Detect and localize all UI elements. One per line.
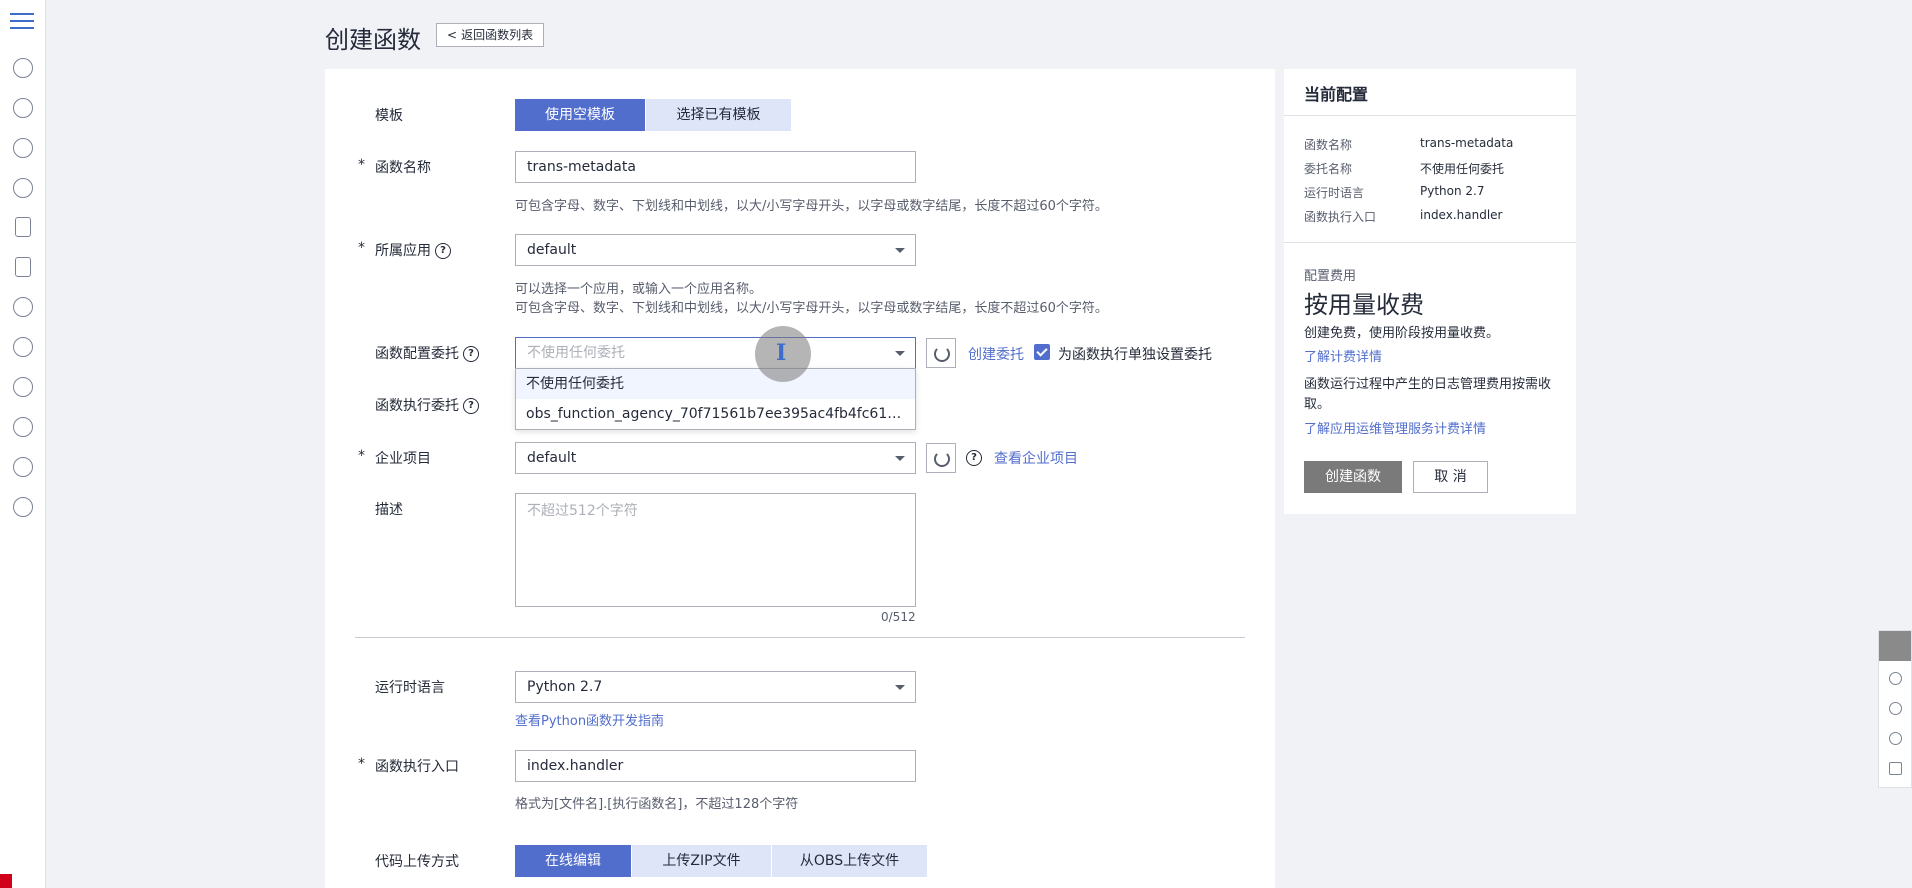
aom-fee-details-link[interactable]: 了解应用运维管理服务计费详情 [1304, 418, 1486, 437]
refresh-icon[interactable] [926, 338, 956, 368]
cloud-icon[interactable] [13, 98, 33, 118]
app-label: 所属应用? [375, 240, 451, 260]
current-config-panel: 当前配置 函数名称 trans-metadata 委托名称 不使用任何委托 运行… [1284, 69, 1576, 514]
existing-template-button[interactable]: 选择已有模板 [646, 99, 791, 131]
runtime-select[interactable]: Python 2.7 [515, 671, 916, 703]
log-fee-description: 函数运行过程中产生的日志管理费用按需收取。 [1304, 377, 1552, 412]
function-name-label: 函数名称 [375, 160, 431, 176]
summary-key: 委托名称 [1304, 162, 1353, 176]
cancel-button[interactable]: 取 消 [1413, 461, 1488, 493]
fee-description: 创建免费，使用阶段按用量收费。 [1304, 326, 1500, 341]
cloud-server-icon[interactable] [13, 58, 33, 78]
enterprise-project-select[interactable]: default [515, 442, 916, 474]
anchor-icon[interactable] [13, 377, 33, 397]
config-agency-label-text: 函数配置委托 [375, 346, 459, 362]
network-icon[interactable] [13, 178, 33, 198]
create-agency-link[interactable]: 创建委托 [968, 344, 1024, 364]
config-agency-select[interactable]: 不使用任何委托 [515, 337, 916, 369]
separate-exec-agency-label: 为函数执行单独设置委托 [1058, 347, 1212, 363]
agency-option[interactable]: obs_function_agency_70f71561b7ee395ac4fb… [516, 399, 915, 429]
app-hint-1: 可以选择一个应用，或输入一个应用名称。 [515, 282, 763, 297]
service-icon[interactable] [1889, 702, 1902, 715]
divider [1284, 115, 1576, 116]
globe-icon[interactable] [13, 497, 33, 517]
summary-value: Python 2.7 [1420, 184, 1485, 198]
fee-details-link[interactable]: 了解计费详情 [1304, 346, 1382, 365]
back-label: 返回函数列表 [461, 28, 534, 42]
help-icon[interactable] [1889, 732, 1902, 745]
help-icon[interactable]: ? [463, 398, 479, 414]
function-name-input[interactable]: trans-metadata [515, 151, 916, 183]
upload-zip-button[interactable]: 上传ZIP文件 [632, 845, 771, 877]
agency-dropdown: 不使用任何委托 obs_function_agency_70f71561b7ee… [515, 368, 916, 430]
divider [1284, 242, 1576, 243]
page-title: 创建函数 [325, 26, 421, 54]
chevron-left-icon: < [447, 28, 458, 42]
app-label-text: 所属应用 [375, 243, 431, 259]
online-edit-button[interactable]: 在线编辑 [515, 845, 631, 877]
exec-agency-label: 函数执行委托? [375, 395, 479, 415]
help-icon[interactable]: ? [966, 450, 982, 466]
app-hint-2: 可包含字母、数字、下划线和中划线，以大/小写字母开头，以字母或数字结尾，长度不超… [515, 301, 1108, 316]
help-icon[interactable]: ? [435, 243, 451, 259]
handler-label: 函数执行入口 [375, 759, 459, 775]
chat-icon[interactable] [1879, 631, 1911, 661]
required-mark: * [358, 756, 365, 772]
summary-value: 不使用任何委托 [1420, 162, 1505, 176]
summary-value: trans-metadata [1420, 136, 1514, 150]
summary-value: index.handler [1420, 208, 1503, 222]
view-enterprise-project-link[interactable]: 查看企业项目 [994, 448, 1078, 468]
function-name-hint: 可包含字母、数字、下划线和中划线，以大/小写字母开头，以字母或数字结尾，长度不超… [515, 199, 1108, 214]
refresh-icon[interactable] [926, 443, 956, 473]
fee-label: 配置费用 [1304, 269, 1357, 284]
summary-key: 运行时语言 [1304, 186, 1365, 200]
cloud-sync-icon[interactable] [13, 337, 33, 357]
summary-key: 函数名称 [1304, 138, 1353, 152]
template-label: 模板 [375, 108, 403, 124]
summary-key: 函数执行入口 [1304, 210, 1377, 224]
description-textarea[interactable]: 不超过512个字符 [515, 493, 916, 607]
enterprise-project-label: 企业项目 [375, 451, 431, 467]
required-mark: * [358, 448, 365, 464]
required-mark: * [358, 240, 365, 256]
cursor-indicator [755, 326, 811, 382]
ip-icon[interactable] [13, 417, 33, 437]
separate-exec-agency-checkbox[interactable] [1034, 344, 1050, 360]
create-function-button[interactable]: 创建函数 [1304, 461, 1402, 493]
description-counter: 0/512 [881, 610, 916, 624]
document-icon[interactable] [15, 257, 31, 277]
feedback-icon[interactable] [1889, 762, 1902, 775]
storage-icon[interactable] [15, 217, 31, 237]
blank-template-button[interactable]: 使用空模板 [515, 99, 645, 131]
menu-icon[interactable] [10, 10, 34, 32]
upload-method-label: 代码上传方式 [375, 854, 459, 870]
python-guide-link[interactable]: 查看Python函数开发指南 [515, 710, 664, 729]
handler-hint: 格式为[文件名].[执行函数名]，不超过128个字符 [515, 797, 799, 812]
runtime-label: 运行时语言 [375, 680, 445, 696]
corner-badge [0, 874, 12, 888]
required-mark: * [358, 157, 365, 173]
config-agency-label: 函数配置委托? [375, 343, 479, 363]
upload-obs-button[interactable]: 从OBS上传文件 [772, 845, 927, 877]
current-config-title: 当前配置 [1304, 85, 1369, 104]
app-select[interactable]: default [515, 234, 916, 266]
function-form: 模板 使用空模板 选择已有模板 * 函数名称 trans-metadata 可包… [325, 69, 1275, 888]
description-label: 描述 [375, 502, 403, 518]
cluster-icon[interactable] [13, 457, 33, 477]
fee-type: 按用量收费 [1304, 291, 1424, 319]
exec-agency-label-text: 函数执行委托 [375, 398, 459, 414]
floating-toolbar [1878, 630, 1912, 788]
back-to-list-button[interactable]: < 返回函数列表 [436, 23, 545, 47]
help-icon[interactable]: ? [463, 346, 479, 362]
smile-icon[interactable] [1889, 672, 1902, 685]
left-sidebar [0, 0, 46, 888]
section-divider [355, 637, 1245, 638]
agency-option[interactable]: 不使用任何委托 [516, 369, 915, 399]
database-icon[interactable] [13, 138, 33, 158]
cloud-upload-icon[interactable] [13, 297, 33, 317]
handler-input[interactable]: index.handler [515, 750, 916, 782]
